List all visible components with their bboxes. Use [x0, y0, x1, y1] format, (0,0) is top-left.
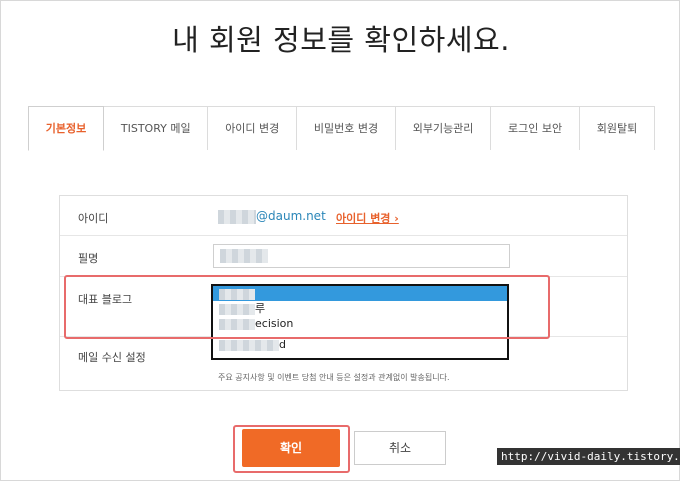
cancel-button[interactable]: 취소 — [354, 431, 446, 465]
tab-bar: 기본정보 TISTORY 메일 아이디 변경 비밀번호 변경 외부기능관리 로그… — [28, 106, 656, 151]
tab-external-functions[interactable]: 외부기능관리 — [395, 106, 492, 150]
redacted-text — [219, 339, 279, 351]
nickname-label: 필명 — [78, 252, 99, 265]
nickname-input[interactable] — [213, 244, 510, 268]
id-row: 아이디 @daum.net 아이디 변경 › — [60, 196, 627, 236]
tab-change-password[interactable]: 비밀번호 변경 — [297, 106, 396, 150]
change-id-link[interactable]: 아이디 변경 › — [336, 210, 399, 226]
id-domain: @daum.net — [256, 209, 326, 223]
highlight-box — [233, 425, 350, 473]
tab-basic-info[interactable]: 기본정보 — [28, 106, 105, 151]
mail-note: 주요 공지사항 및 이벤트 당첨 안내 등은 설정과 관계없이 발송됩니다. — [218, 373, 450, 382]
id-value: @daum.net — [218, 209, 326, 224]
highlight-box — [64, 275, 550, 339]
tab-withdraw[interactable]: 회원탈퇴 — [579, 106, 656, 150]
page-title: 내 회원 정보를 확인하세요. — [172, 23, 510, 57]
blog-option[interactable]: d — [213, 337, 507, 352]
tab-change-id[interactable]: 아이디 변경 — [208, 106, 298, 150]
redacted-text — [220, 249, 268, 263]
tab-tistory-mail[interactable]: TISTORY 메일 — [104, 106, 209, 150]
redacted-text — [218, 209, 256, 224]
id-label: 아이디 — [78, 212, 109, 225]
mail-label: 메일 수신 설정 — [78, 351, 146, 364]
tab-login-security[interactable]: 로그인 보안 — [491, 106, 580, 150]
nickname-row: 필명 — [60, 236, 627, 277]
watermark: http://vivid-daily.tistory.com — [497, 448, 680, 465]
option-text: d — [279, 338, 286, 351]
